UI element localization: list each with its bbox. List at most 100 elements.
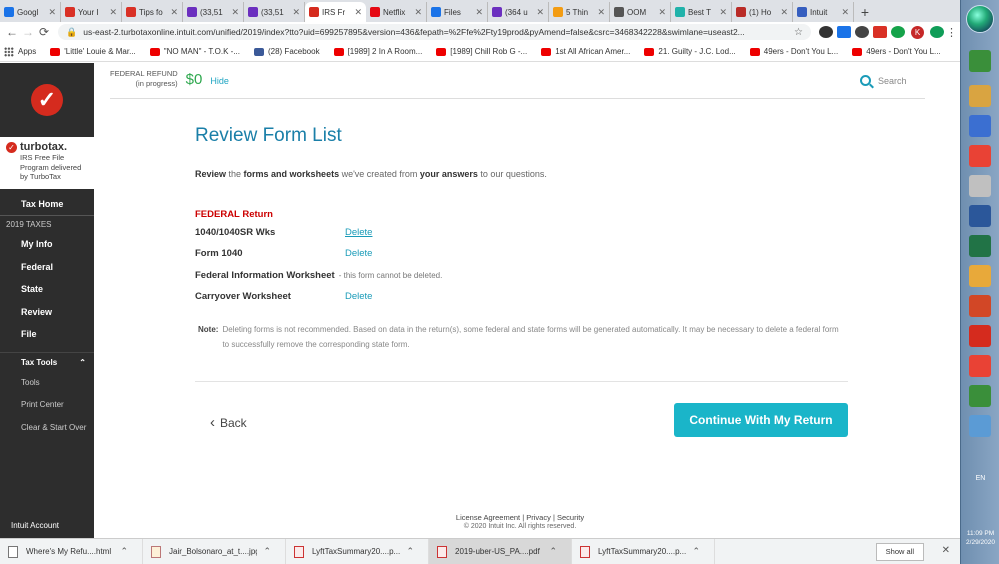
download-item[interactable]: LyftTaxSummary20....p... ⌃ bbox=[572, 538, 715, 564]
start-button[interactable] bbox=[966, 5, 994, 33]
tab-close-icon[interactable]: ✕ bbox=[536, 7, 544, 18]
new-tab-button[interactable]: + bbox=[854, 2, 876, 22]
sidebar-item-clear-start-over[interactable]: Clear & Start Over bbox=[0, 417, 94, 440]
sidebar-item-federal[interactable]: Federal bbox=[0, 256, 94, 279]
bookmark-item[interactable]: 49ers - Don't You L... bbox=[852, 47, 941, 56]
taskbar-app-icon[interactable] bbox=[969, 385, 991, 407]
tab-close-icon[interactable]: ✕ bbox=[841, 7, 849, 18]
tab-close-icon[interactable]: ✕ bbox=[658, 7, 666, 18]
tab-close-icon[interactable]: ✕ bbox=[414, 7, 422, 18]
sidebar-item-intuit-account[interactable]: Intuit Account bbox=[11, 521, 59, 530]
close-icon[interactable]: ✕ bbox=[942, 545, 950, 556]
forward-arrow-icon[interactable]: → bbox=[20, 25, 36, 39]
chevron-up-icon[interactable]: ⌃ bbox=[549, 546, 557, 557]
sidebar-item-file[interactable]: File bbox=[0, 323, 94, 346]
browser-tab[interactable]: Netflix ✕ bbox=[366, 2, 427, 22]
sidebar-item-print-center[interactable]: Print Center bbox=[0, 394, 94, 417]
back-arrow-icon[interactable]: ← bbox=[4, 25, 20, 39]
footer-link-security[interactable]: Security bbox=[557, 513, 584, 522]
bookmark-item[interactable]: [1989] 2 In A Room... bbox=[333, 47, 422, 56]
youtube-extension-icon[interactable] bbox=[873, 26, 887, 38]
chevron-up-icon[interactable]: ⌃ bbox=[406, 546, 414, 557]
sidebar-item-state[interactable]: State bbox=[0, 278, 94, 301]
chevron-up-icon[interactable]: ⌃ bbox=[263, 546, 271, 557]
taskbar-app-icon[interactable] bbox=[969, 85, 991, 107]
download-item[interactable]: Where's My Refu....html ⌃ bbox=[0, 538, 143, 564]
sidebar-item-review[interactable]: Review bbox=[0, 301, 94, 324]
browser-tab[interactable]: (364 u ✕ bbox=[488, 2, 549, 22]
bookmark-item[interactable]: 21. Guilty - J.C. Lod... bbox=[644, 47, 736, 56]
menu-icon[interactable]: ⋮ bbox=[946, 26, 957, 39]
tab-close-icon[interactable]: ✕ bbox=[109, 7, 117, 18]
browser-tab[interactable]: Your I ✕ bbox=[61, 2, 122, 22]
taskbar-app-icon[interactable] bbox=[969, 295, 991, 317]
tab-close-icon[interactable]: ✕ bbox=[170, 7, 178, 18]
browser-tab[interactable]: Best T ✕ bbox=[671, 2, 732, 22]
browser-tab[interactable]: OOM ✕ bbox=[610, 2, 671, 22]
browser-tab[interactable]: (33,51 ✕ bbox=[244, 2, 305, 22]
footer-link-license[interactable]: License Agreement bbox=[456, 513, 520, 522]
extension-icon[interactable] bbox=[819, 26, 833, 38]
bookmark-item[interactable]: (28) Facebook bbox=[253, 47, 320, 56]
footer-link-privacy[interactable]: Privacy bbox=[526, 513, 551, 522]
bookmark-item[interactable]: 'Little' Louie & Mar... bbox=[50, 47, 136, 56]
sync-icon[interactable] bbox=[930, 26, 944, 38]
download-item[interactable]: 2019-uber-US_PA....pdf ⌃ bbox=[429, 538, 572, 564]
tab-close-icon[interactable]: ✕ bbox=[475, 7, 483, 18]
browser-tab[interactable]: 5 Thin ✕ bbox=[549, 2, 610, 22]
chevron-up-icon[interactable]: ⌃ bbox=[692, 546, 700, 557]
tab-close-icon[interactable]: ✕ bbox=[780, 7, 788, 18]
taskbar-app-icon[interactable] bbox=[969, 175, 991, 197]
delete-link[interactable]: Delete bbox=[345, 227, 372, 238]
language-indicator[interactable]: EN bbox=[961, 475, 999, 482]
taskbar-app-icon[interactable] bbox=[969, 325, 991, 347]
delete-link[interactable]: Delete bbox=[345, 248, 372, 259]
tab-close-icon[interactable]: ✕ bbox=[354, 7, 362, 18]
taskbar-app-icon[interactable] bbox=[969, 50, 991, 72]
taskbar-app-icon[interactable] bbox=[969, 265, 991, 287]
taskbar-app-icon[interactable] bbox=[969, 145, 991, 167]
hide-link[interactable]: Hide bbox=[210, 76, 229, 86]
bookmark-star-icon[interactable]: ☆ bbox=[794, 27, 803, 38]
bookmark-item[interactable]: [1989] Chill Rob G -... bbox=[436, 47, 527, 56]
taskbar-app-icon[interactable] bbox=[969, 355, 991, 377]
back-button[interactable]: ‹ Back bbox=[210, 414, 247, 431]
download-extension-icon[interactable] bbox=[837, 26, 851, 38]
profile-avatar[interactable]: K bbox=[911, 25, 924, 39]
tab-close-icon[interactable]: ✕ bbox=[719, 7, 727, 18]
download-item[interactable]: LyftTaxSummary20....p... ⌃ bbox=[286, 538, 429, 564]
tab-close-icon[interactable]: ✕ bbox=[597, 7, 605, 18]
chevron-up-icon[interactable]: ⌃ bbox=[120, 546, 128, 557]
show-all-button[interactable]: Show all bbox=[875, 542, 924, 561]
reload-icon[interactable]: ⟳ bbox=[36, 25, 52, 39]
sidebar-item-tax-home[interactable]: Tax Home bbox=[0, 193, 94, 216]
browser-tab[interactable]: IRS Fr ✕ bbox=[305, 2, 366, 22]
taskbar-app-icon[interactable] bbox=[969, 115, 991, 137]
browser-tab[interactable]: Files ✕ bbox=[427, 2, 488, 22]
tab-close-icon[interactable]: ✕ bbox=[48, 7, 56, 18]
taskbar-app-icon[interactable] bbox=[969, 205, 991, 227]
bookmark-item[interactable]: 1st All African Amer... bbox=[541, 47, 630, 56]
delete-link[interactable]: Delete bbox=[345, 291, 372, 302]
continue-button[interactable]: Continue With My Return bbox=[674, 403, 848, 437]
tax-tools-toggle[interactable]: Tax Tools ⌃ bbox=[0, 351, 94, 372]
taskbar-app-icon[interactable] bbox=[969, 415, 991, 437]
sidebar-item-my-info[interactable]: My Info bbox=[0, 233, 94, 256]
address-bar[interactable]: 🔒 us-east-2.turbotaxonline.intuit.com/un… bbox=[58, 24, 811, 40]
taskbar-app-icon[interactable] bbox=[969, 235, 991, 257]
browser-tab[interactable]: Googl ✕ bbox=[0, 2, 61, 22]
turbotax-logo[interactable]: ✓ bbox=[0, 63, 94, 137]
tab-close-icon[interactable]: ✕ bbox=[292, 7, 300, 18]
bookmark-item[interactable]: "NO MAN" - T.O.K -... bbox=[149, 47, 240, 56]
tab-close-icon[interactable]: ✕ bbox=[231, 7, 239, 18]
browser-tab[interactable]: Tips fo ✕ bbox=[122, 2, 183, 22]
search-link[interactable]: Search bbox=[860, 75, 907, 86]
clock[interactable]: 11:09 PM 2/29/2020 bbox=[961, 529, 999, 547]
browser-tab[interactable]: (33,51 ✕ bbox=[183, 2, 244, 22]
browser-tab[interactable]: Intuit ✕ bbox=[793, 2, 854, 22]
download-item[interactable]: Jair_Bolsonaro_at_t....jpg ⌃ bbox=[143, 538, 286, 564]
bookmark-item[interactable]: 49ers - Don't You L... bbox=[749, 47, 838, 56]
grammarly-extension-icon[interactable] bbox=[891, 26, 905, 38]
bookmark-item[interactable]: Apps bbox=[4, 46, 36, 57]
sidebar-item-tools[interactable]: Tools bbox=[0, 372, 94, 395]
